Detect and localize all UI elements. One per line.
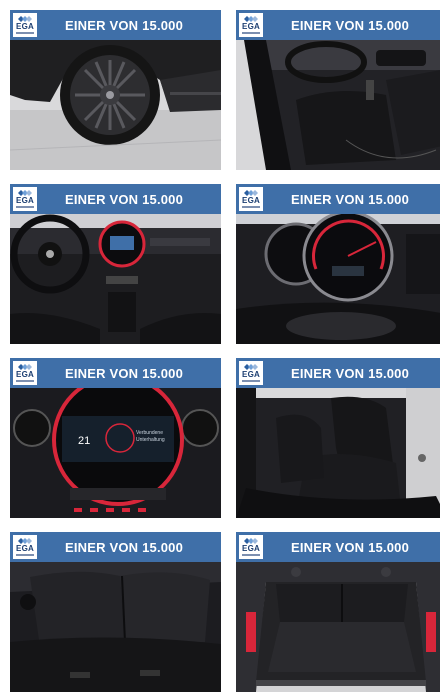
tile-title: EINER VON 15.000 <box>290 191 410 207</box>
tile-banner: EGA EINER VON 15.000 <box>236 10 440 40</box>
ega-logo: EGA <box>239 13 263 37</box>
ega-logo: EGA <box>13 361 37 385</box>
tile-banner: EGA EINER VON 15.000 <box>236 184 440 214</box>
wheel-photo <box>10 40 221 170</box>
gauges-photo <box>236 214 440 344</box>
tile-banner: EGA EINER VON 15.000 <box>10 184 221 214</box>
ega-logo: EGA <box>13 13 37 37</box>
gallery-tile-wheel[interactable]: EGA EINER VON 15.000 <box>10 10 221 170</box>
tile-title: EINER VON 15.000 <box>64 539 184 555</box>
tile-title: EINER VON 15.000 <box>64 17 184 33</box>
ega-logo: EGA <box>13 535 37 559</box>
ega-logo: EGA <box>239 535 263 559</box>
infotainment-photo: 21 Verbundene Unterhaltung <box>10 388 221 518</box>
ega-logo: EGA <box>239 187 263 211</box>
tile-banner: EGA EINER VON 15.000 <box>10 532 221 562</box>
gallery-tile-dashboard[interactable]: EGA EINER VON 15.000 <box>10 184 221 344</box>
screen-day: 21 <box>78 435 90 447</box>
trunk-photo <box>236 562 440 692</box>
tile-banner: EGA EINER VON 15.000 <box>10 358 221 388</box>
ega-logo: EGA <box>239 361 263 385</box>
tile-title: EINER VON 15.000 <box>290 17 410 33</box>
gallery-tile-driver-seat[interactable]: EGA EINER VON 15.000 <box>236 10 440 170</box>
dashboard-photo <box>10 214 221 344</box>
gallery-tile-rear-seats[interactable]: EGA EINER VON 15.000 <box>10 532 221 692</box>
gallery-tile-infotainment[interactable]: EGA EINER VON 15.000 21 Verbundene Unter… <box>10 358 221 518</box>
gallery-tile-gauges[interactable]: EGA EINER VON 15.000 <box>236 184 440 344</box>
rear-seats-photo <box>10 562 221 692</box>
screen-label-2: Unterhaltung <box>136 437 165 443</box>
screen-label-1: Verbundene <box>136 430 163 436</box>
tile-title: EINER VON 15.000 <box>64 191 184 207</box>
tile-banner: EGA EINER VON 15.000 <box>236 532 440 562</box>
driver-seat-photo <box>236 40 440 170</box>
tile-title: EINER VON 15.000 <box>64 365 184 381</box>
gallery-tile-trunk[interactable]: EGA EINER VON 15.000 <box>236 532 440 692</box>
front-seats-photo <box>236 388 440 518</box>
tile-banner: EGA EINER VON 15.000 <box>236 358 440 388</box>
tile-title: EINER VON 15.000 <box>290 539 410 555</box>
gallery-tile-front-seats[interactable]: EGA EINER VON 15.000 <box>236 358 440 518</box>
photo-gallery: EGA EINER VON 15.000 EGA EINER VON 15.00… <box>0 0 440 692</box>
tile-title: EINER VON 15.000 <box>290 365 410 381</box>
ega-logo: EGA <box>13 187 37 211</box>
tile-banner: EGA EINER VON 15.000 <box>10 10 221 40</box>
